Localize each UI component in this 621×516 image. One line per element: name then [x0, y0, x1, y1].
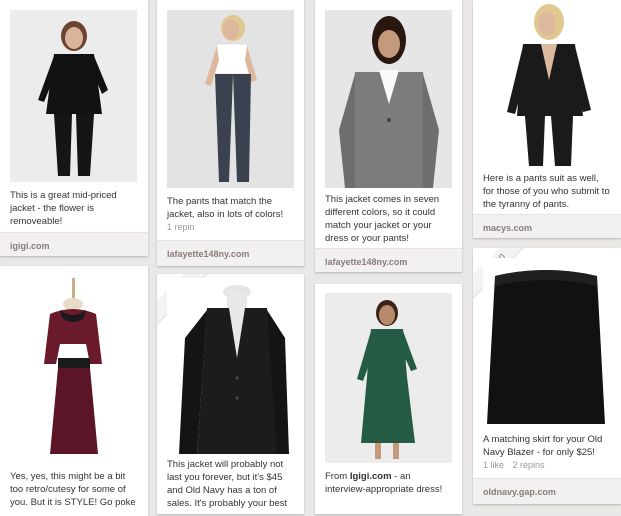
- pin-source-link[interactable]: lafayette148ny.com: [157, 240, 304, 266]
- pin-description: This jacket will probably not last you f…: [167, 459, 288, 509]
- pin-card[interactable]: This jacket comes in seven different col…: [315, 0, 462, 272]
- pin-stats: 1 repin: [167, 222, 294, 232]
- black-skirt-photo[interactable]: [483, 258, 610, 430]
- pin-description: Yes, yes, this might be a bit too retro/…: [10, 471, 136, 508]
- woman-gray-blazer-photo[interactable]: [325, 10, 452, 188]
- pin-card[interactable]: The pants that match the jacket, also in…: [157, 0, 304, 266]
- pin-card[interactable]: This is a great mid-priced jacket - the …: [0, 0, 148, 256]
- pin-description: From Igigi.com - an interview-appropriat…: [325, 471, 443, 495]
- pin-source-link[interactable]: lafayette148ny.com: [315, 248, 462, 272]
- pin-card[interactable]: From Igigi.com - an interview-appropriat…: [315, 284, 462, 514]
- pin-source-link[interactable]: igigi.com: [0, 232, 148, 256]
- pin-stats: 1 like 2 repins: [483, 460, 611, 470]
- pin-source-link[interactable]: oldnavy.gap.com: [473, 478, 621, 504]
- green-dress-photo[interactable]: [325, 293, 452, 463]
- like-count: 1 like: [483, 460, 505, 470]
- pin-description: This jacket comes in seven different col…: [325, 194, 440, 244]
- woman-black-suit-photo[interactable]: [10, 10, 137, 182]
- pin-card[interactable]: $45.00 This jacket will probably not las…: [157, 274, 304, 514]
- pin-description: The pants that match the jacket, also in…: [167, 196, 284, 220]
- pin-card[interactable]: Here is a pants suit as well, for those …: [473, 0, 621, 238]
- burgundy-dress-photo[interactable]: [10, 274, 137, 464]
- pin-description: Here is a pants suit as well, for those …: [483, 173, 610, 210]
- woman-trousers-photo[interactable]: [167, 10, 294, 188]
- woman-black-pantsuit-photo[interactable]: [483, 0, 610, 166]
- pin-source-link[interactable]: macys.com: [473, 214, 621, 238]
- pin-description: This is a great mid-priced jacket - the …: [10, 190, 117, 227]
- pin-description: A matching skirt for your Old Navy Blaze…: [483, 434, 603, 458]
- black-blazer-photo[interactable]: [167, 278, 294, 458]
- repin-count: 2 repins: [512, 460, 545, 470]
- pin-card[interactable]: Yes, yes, this might be a bit too retro/…: [0, 266, 148, 516]
- pin-card[interactable]: $25.00 A matching skirt for your Old Nav…: [473, 248, 621, 504]
- repin-count: 1 repin: [167, 222, 195, 232]
